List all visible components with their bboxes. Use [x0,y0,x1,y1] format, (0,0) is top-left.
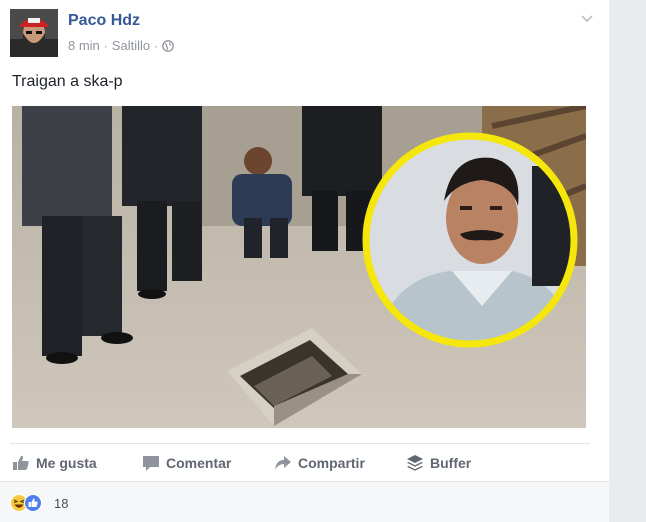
comment-icon [143,456,159,471]
reaction-icons[interactable] [10,494,42,512]
post-location[interactable]: Saltillo [112,38,150,53]
like-button[interactable]: Me gusta [12,452,97,474]
author-avatar[interactable] [10,9,58,57]
author-name[interactable]: Paco Hdz [68,12,140,30]
thumbs-up-icon [13,455,29,470]
post-card: Paco Hdz 8 min · Saltillo · Traigan a sk… [0,0,609,522]
buffer-stack-icon [407,455,423,471]
action-bar: Me gusta Comentar Compartir Buffer [10,443,590,479]
meta-separator-2: · [154,38,159,53]
share-label: Compartir [298,455,365,471]
share-arrow-icon [275,456,291,470]
buffer-button[interactable]: Buffer [406,452,471,474]
globe-icon[interactable] [162,39,174,52]
page-background-strip [609,0,646,522]
avatar-image [10,9,58,57]
post-time[interactable]: 8 min [68,38,100,53]
post-photo[interactable] [12,106,586,428]
like-icon [24,494,42,512]
chevron-down-icon[interactable] [580,11,594,25]
photo-image [12,106,586,428]
buffer-label: Buffer [430,455,472,471]
like-label: Me gusta [36,455,97,471]
reactions-bar[interactable]: 18 [0,481,609,522]
comment-label: Comentar [166,455,232,471]
share-button[interactable]: Compartir [274,452,365,474]
post-text: Traigan a ska-p [12,73,123,90]
post-meta: 8 min · Saltillo · [68,38,174,53]
meta-separator: · [103,38,108,53]
post-header: Paco Hdz 8 min · Saltillo · [10,9,600,59]
comment-button[interactable]: Comentar [142,452,231,474]
reaction-count[interactable]: 18 [54,496,68,511]
